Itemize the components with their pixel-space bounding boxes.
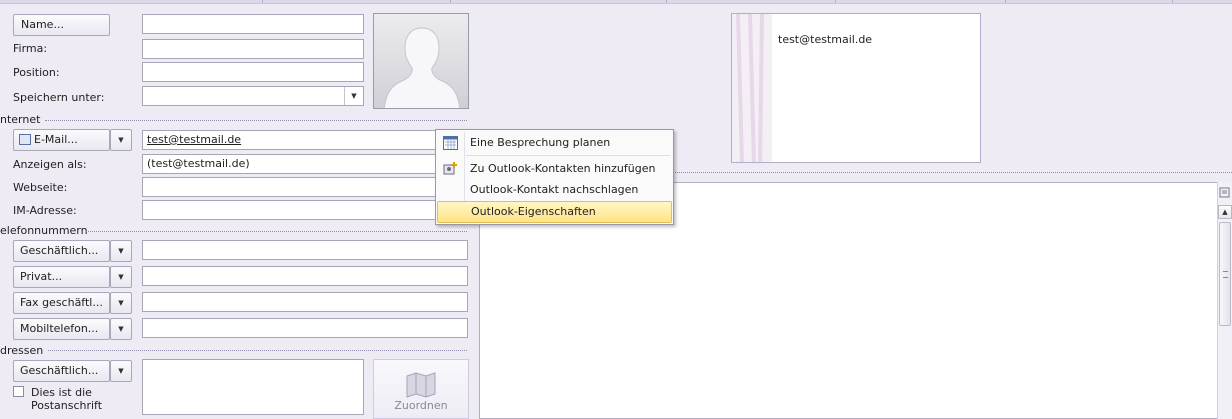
email-button[interactable]: E-Mail...	[13, 129, 110, 151]
email-field[interactable]: test@testmail.de	[142, 130, 468, 150]
card-email: test@testmail.de	[778, 33, 873, 46]
chevron-down-icon: ▼	[118, 367, 124, 375]
person-silhouette-icon	[383, 27, 461, 108]
menu-item-label: Zu Outlook-Kontakten hinzufügen	[470, 162, 656, 175]
email-dropdown-button[interactable]: ▼	[110, 129, 132, 151]
calendar-icon	[443, 136, 458, 150]
display-as-field[interactable]: (test@testmail.de)	[142, 154, 468, 174]
address-section-title: dressen	[0, 344, 44, 357]
scroll-thumb[interactable]	[1219, 222, 1231, 326]
chevron-down-icon: ▼	[118, 136, 124, 144]
position-label: Position:	[13, 66, 60, 79]
chevron-down-icon[interactable]: ▼	[344, 87, 363, 105]
menu-item-label: Outlook-Kontakt nachschlagen	[470, 183, 639, 196]
address-field[interactable]	[142, 359, 364, 415]
phone-business-button[interactable]: Geschäftlich...	[13, 240, 110, 262]
display-as-label: Anzeigen als:	[13, 158, 87, 171]
email-field-value: test@testmail.de	[147, 133, 242, 146]
phone-home-field[interactable]	[142, 266, 468, 286]
add-contact-icon	[443, 161, 459, 176]
chevron-down-icon: ▼	[118, 299, 124, 307]
company-label: Firma:	[13, 42, 48, 55]
menu-separator	[466, 155, 670, 156]
column-divider	[835, 0, 836, 3]
phone-fax-field[interactable]	[142, 292, 468, 312]
grip-icon	[1223, 271, 1228, 278]
phone-section-title: elefonnummern	[0, 224, 88, 237]
save-as-combobox[interactable]: ▼	[142, 86, 364, 106]
column-divider	[1005, 0, 1006, 3]
menu-item-label: Outlook-Eigenschaften	[471, 205, 596, 218]
phone-mobile-dropdown[interactable]: ▼	[110, 318, 132, 340]
email-button-label: E-Mail...	[34, 133, 78, 146]
menu-item-add-contact[interactable]: Zu Outlook-Kontakten hinzufügen	[436, 158, 672, 180]
mailing-address-label: Dies ist die Postanschrift	[31, 386, 103, 412]
chevron-up-icon: ▲	[1222, 208, 1228, 216]
webpage-field[interactable]	[142, 177, 468, 197]
address-book-icon	[19, 134, 31, 145]
map-icon	[406, 372, 436, 398]
phone-home-label: Privat...	[20, 270, 63, 283]
vertical-scrollbar[interactable]: ▲	[1217, 182, 1232, 419]
section-divider	[48, 350, 467, 351]
chevron-down-icon: ▼	[118, 325, 124, 333]
menu-item-label: Eine Besprechung planen	[470, 136, 611, 149]
display-as-value: (test@testmail.de)	[147, 157, 250, 170]
contact-photo[interactable]	[373, 13, 469, 109]
column-divider	[262, 0, 263, 3]
phone-business-field[interactable]	[142, 240, 468, 260]
column-divider	[666, 0, 667, 3]
column-divider	[450, 0, 451, 3]
phone-mobile-button[interactable]: Mobiltelefon...	[13, 318, 110, 340]
notes-divider	[672, 172, 1232, 173]
email-context-menu: Eine Besprechung planen Zu Outlook-Konta…	[435, 129, 674, 225]
name-button-label: Name...	[21, 18, 64, 31]
phone-fax-dropdown[interactable]: ▼	[110, 292, 132, 314]
chevron-down-icon: ▼	[118, 247, 124, 255]
map-it-label: Zuordnen	[394, 399, 448, 412]
section-divider	[45, 120, 467, 121]
notes-options-icon[interactable]	[1219, 187, 1231, 199]
phone-home-dropdown[interactable]: ▼	[110, 266, 132, 288]
address-type-dropdown[interactable]: ▼	[110, 360, 132, 382]
map-it-button[interactable]: Zuordnen	[373, 359, 469, 419]
column-divider	[1172, 0, 1173, 3]
im-address-label: IM-Adresse:	[13, 204, 77, 217]
position-field[interactable]	[142, 62, 364, 82]
im-address-field[interactable]	[142, 200, 468, 220]
internet-section-title: nternet	[0, 113, 41, 126]
webpage-label: Webseite:	[13, 181, 68, 194]
phone-home-button[interactable]: Privat...	[13, 266, 110, 288]
card-decoration	[732, 14, 772, 162]
menu-item-outlook-properties[interactable]: Outlook-Eigenschaften	[437, 201, 672, 223]
chevron-down-icon: ▼	[118, 273, 124, 281]
mailing-address-checkbox[interactable]	[13, 386, 24, 397]
name-button[interactable]: Name...	[13, 14, 110, 36]
phone-business-label: Geschäftlich...	[20, 244, 99, 257]
menu-item-schedule-meeting[interactable]: Eine Besprechung planen	[436, 132, 672, 154]
menu-item-lookup-contact[interactable]: Outlook-Kontakt nachschlagen	[436, 179, 672, 201]
section-divider	[86, 231, 467, 232]
address-type-label: Geschäftlich...	[20, 364, 99, 377]
phone-fax-label: Fax geschäftl...	[20, 296, 103, 309]
business-card[interactable]: test@testmail.de	[731, 13, 981, 163]
phone-mobile-label: Mobiltelefon...	[20, 322, 99, 335]
full-name-field[interactable]	[142, 14, 364, 34]
phone-business-dropdown[interactable]: ▼	[110, 240, 132, 262]
top-strip	[0, 0, 1232, 4]
company-field[interactable]	[142, 39, 364, 59]
address-type-button[interactable]: Geschäftlich...	[13, 360, 110, 382]
phone-mobile-field[interactable]	[142, 318, 468, 338]
save-as-label: Speichern unter:	[13, 91, 105, 104]
phone-fax-button[interactable]: Fax geschäftl...	[13, 292, 110, 314]
scroll-up-button[interactable]: ▲	[1218, 205, 1232, 219]
